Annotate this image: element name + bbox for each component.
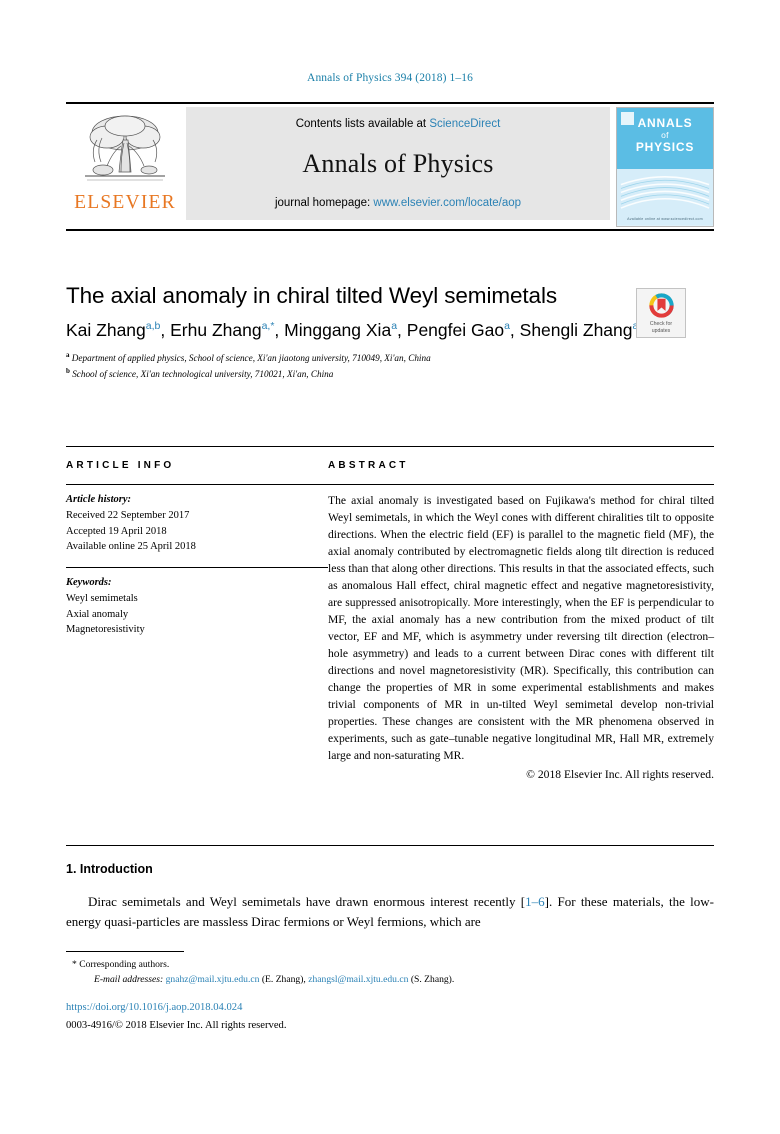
affiliation-text: Department of applied physics, School of… xyxy=(71,353,431,364)
crossmark-icon xyxy=(648,293,674,318)
author-list: Kai Zhanga,b, Erhu Zhanga,*, Minggang Xi… xyxy=(66,319,666,342)
author-item: Kai Zhanga,b, xyxy=(66,320,170,340)
abstract-text: The axial anomaly is investigated based … xyxy=(328,494,714,763)
email-addresses-note: E-mail addresses: gnahz@mail.xjtu.edu.cn… xyxy=(66,973,714,988)
contents-prefix: Contents lists available at xyxy=(295,118,430,130)
affiliation-text: School of science, Xi'an technological u… xyxy=(72,369,334,380)
abstract-heading: ABSTRACT xyxy=(328,460,409,471)
doi-link[interactable]: https://doi.org/10.1016/j.aop.2018.04.02… xyxy=(66,1000,714,1015)
affiliation-item: a Department of applied physics, School … xyxy=(66,350,714,366)
sciencedirect-link[interactable]: ScienceDirect xyxy=(429,118,500,130)
homepage-prefix: journal homepage: xyxy=(274,197,374,209)
citation-link[interactable]: 1–6 xyxy=(525,894,545,909)
article-info-column: ARTICLE INFO Article history: Received 2… xyxy=(66,460,328,781)
email-link[interactable]: zhangsl@mail.xjtu.edu.cn xyxy=(308,974,408,985)
contents-available-line: Contents lists available at ScienceDirec… xyxy=(296,118,501,130)
abstract-column: ABSTRACT The axial anomaly is investigat… xyxy=(328,460,714,781)
author-item: Shengli Zhanga,* xyxy=(520,320,646,340)
email-link[interactable]: gnahz@mail.xjtu.edu.cn xyxy=(166,974,260,985)
doi-block: https://doi.org/10.1016/j.aop.2018.04.02… xyxy=(66,1000,714,1034)
crossmark-label: Check for updates xyxy=(650,321,672,334)
introduction-section: 1. Introduction Dirac semimetals and Wey… xyxy=(66,862,714,931)
footnote-block: * Corresponding authors. E-mail addresse… xyxy=(66,958,714,988)
keywords-label: Keywords: xyxy=(66,577,112,588)
author-name: Shengli Zhang xyxy=(519,320,633,341)
introduction-top-rule xyxy=(66,845,714,846)
journal-cover-thumbnail: ANNALS of PHYSICS Available online at ww… xyxy=(616,107,714,227)
elsevier-logo: ELSEVIER xyxy=(66,107,184,229)
contents-panel: Contents lists available at ScienceDirec… xyxy=(186,107,610,220)
author-name: Minggang Xia xyxy=(284,320,392,341)
author-name: Erhu Zhang xyxy=(170,320,262,341)
introduction-paragraph: Dirac semimetals and Weyl semimetals hav… xyxy=(66,892,714,931)
cover-title-line2: of xyxy=(661,130,669,141)
article-history-accepted: Accepted 19 April 2018 xyxy=(66,525,167,537)
email-sep: . xyxy=(451,973,455,985)
author-affil-marks: a,b xyxy=(145,320,161,333)
masthead-bottom-rule xyxy=(66,229,714,231)
author-sep: , xyxy=(274,320,285,341)
article-history-received: Received 22 September 2017 xyxy=(66,509,190,521)
crossmark-line1: Check for xyxy=(649,321,673,327)
journal-masthead: ELSEVIER Contents lists available at Sci… xyxy=(66,102,714,231)
author-sep: , xyxy=(509,320,520,341)
author-sep: , xyxy=(160,320,171,341)
author-affil-marks: a,* xyxy=(261,320,275,333)
author-item: Erhu Zhanga,*, xyxy=(170,320,284,340)
affiliation-mark: b xyxy=(66,367,70,376)
cover-title-line1: ANNALS xyxy=(637,116,693,130)
cover-title: ANNALS of PHYSICS xyxy=(617,116,713,154)
page-title: The axial anomaly in chiral tilted Weyl … xyxy=(66,283,558,308)
article-header: The axial anomaly in chiral tilted Weyl … xyxy=(66,282,714,383)
article-info-rule xyxy=(66,484,328,485)
cover-title-line3: PHYSICS xyxy=(635,140,695,155)
elsevier-tree-icon xyxy=(85,115,165,181)
author-name: Pengfei Gao xyxy=(406,320,505,341)
keyword-item: Magnetoresistivity xyxy=(66,624,145,636)
info-abstract-columns: ARTICLE INFO Article history: Received 2… xyxy=(66,460,714,781)
introduction-heading: 1. Introduction xyxy=(66,862,153,876)
author-item: Pengfei Gaoa, xyxy=(407,320,520,340)
email-label: E-mail addresses: xyxy=(94,973,164,985)
author-item: Minggang Xiaa, xyxy=(284,320,407,340)
author-sep: , xyxy=(397,320,407,341)
keyword-item: Axial anomaly xyxy=(66,608,129,620)
email-owner: (S. Zhang) xyxy=(410,973,452,985)
journal-homepage-link[interactable]: www.elsevier.com/locate/aop xyxy=(373,197,521,209)
keywords-rule xyxy=(66,567,328,568)
author-name: Kai Zhang xyxy=(66,320,146,341)
journal-homepage-line: journal homepage: www.elsevier.com/locat… xyxy=(275,197,521,209)
abstract-copyright: © 2018 Elsevier Inc. All rights reserved… xyxy=(526,767,714,781)
intro-text-pre: Dirac semimetals and Weyl semimetals hav… xyxy=(88,894,526,909)
article-history-online: Available online 25 April 2018 xyxy=(66,541,196,553)
elsevier-wordmark: ELSEVIER xyxy=(74,192,176,213)
article-info-heading: ARTICLE INFO xyxy=(66,460,175,471)
info-section-top-rule xyxy=(66,446,714,447)
abstract-rule xyxy=(328,484,714,485)
keyword-item: Weyl semimetals xyxy=(66,592,138,604)
article-history-label: Article history: xyxy=(66,494,132,505)
affiliation-mark: a xyxy=(66,351,70,360)
running-head: Annals of Physics 394 (2018) 1–16 xyxy=(307,72,473,84)
journal-title: Annals of Physics xyxy=(302,148,494,178)
crossmark-line2: updates xyxy=(651,327,671,334)
affiliation-list: a Department of applied physics, School … xyxy=(66,350,714,382)
footnote-rule xyxy=(66,951,184,952)
email-owner: (E. Zhang) xyxy=(261,973,304,985)
cover-footer-text: Available online at www.sciencedirect.co… xyxy=(627,217,703,221)
paper-page: Annals of Physics 394 (2018) 1–16 ELSEVI… xyxy=(0,0,780,1134)
crossmark-badge[interactable]: Check for updates xyxy=(636,288,686,338)
corresponding-author-note: * Corresponding authors. xyxy=(72,959,170,970)
affiliation-item: b School of science, Xi'an technological… xyxy=(66,366,714,382)
issn-copyright-line: 0003-4916/© 2018 Elsevier Inc. All right… xyxy=(66,1020,287,1032)
